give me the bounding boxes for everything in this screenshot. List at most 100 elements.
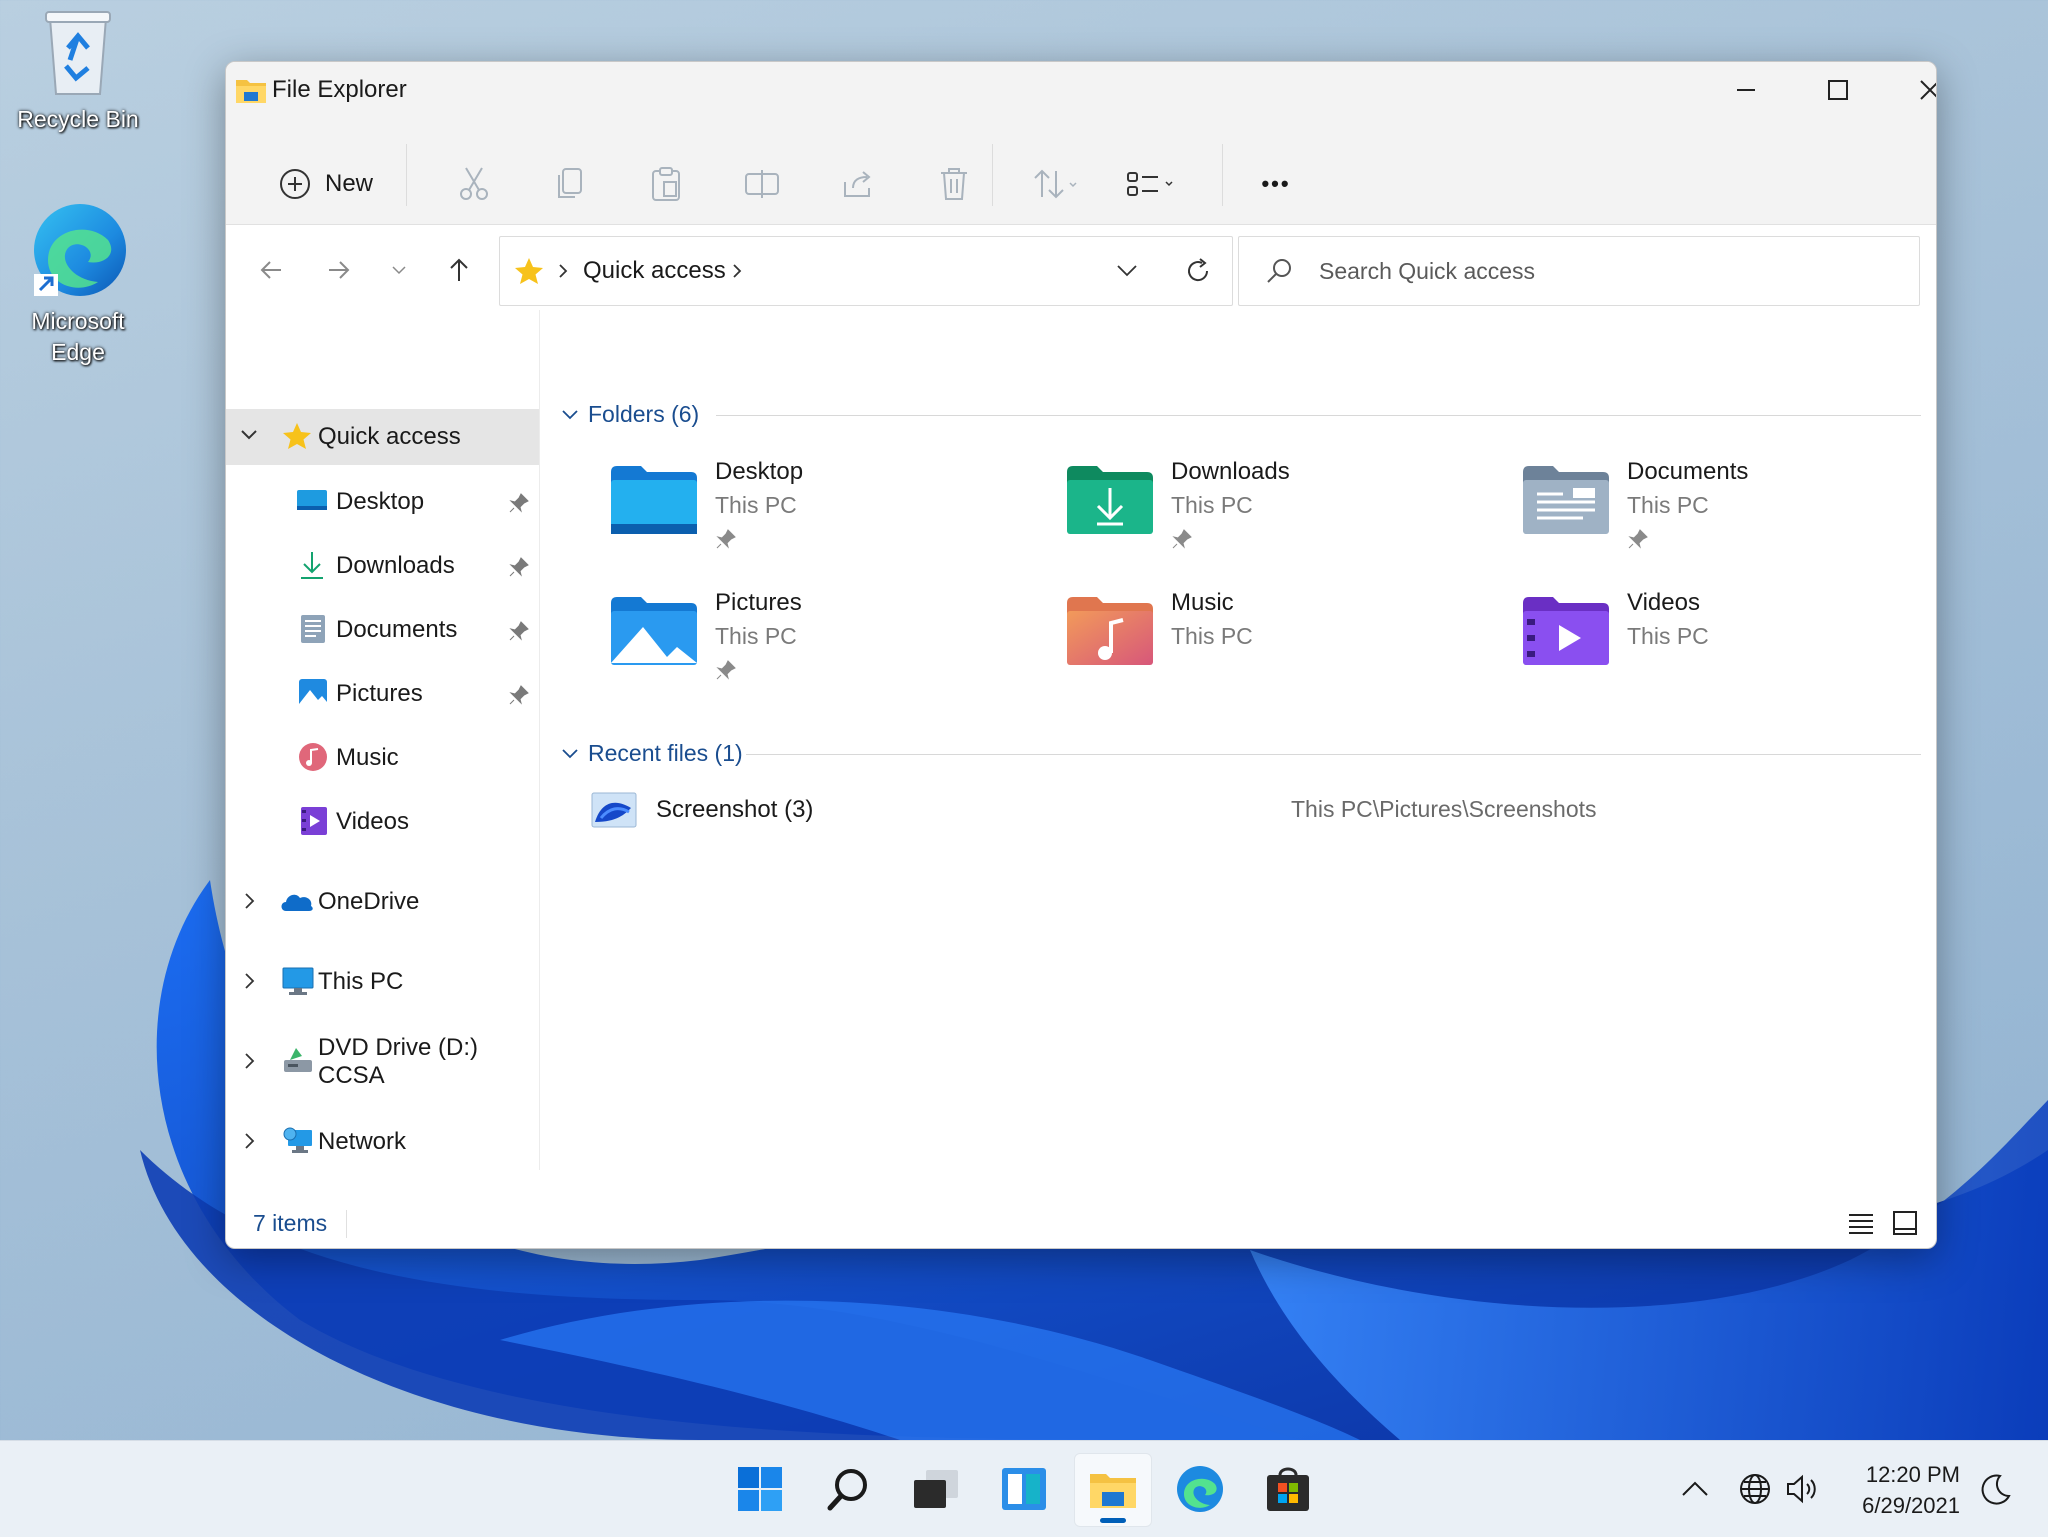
edge-icon (34, 204, 126, 296)
folder-location: This PC (715, 623, 797, 649)
recycle-bin-icon (45, 11, 111, 95)
sidebar-item-label: DVD Drive (D:) CCSA (318, 1034, 478, 1089)
content-pane: Folders (6) Desktop This PC Downloads Th… (541, 310, 1936, 1170)
folder-name: Music (1171, 589, 1234, 616)
search-box[interactable]: Search Quick access (1238, 236, 1920, 306)
recent-file-row[interactable]: Screenshot (3) This PC\Pictures\Screensh… (591, 780, 1936, 840)
search-input[interactable]: Search Quick access (1319, 258, 1535, 285)
folder-tile-desktop[interactable]: Desktop This PC (611, 458, 1031, 578)
start-button[interactable] (722, 1453, 798, 1525)
show-hidden-icons-button[interactable] (1680, 1441, 1710, 1537)
windows-logo-icon (738, 1467, 782, 1511)
cut-button[interactable] (434, 144, 514, 224)
pin-icon (509, 493, 529, 513)
address-history-dropdown-icon[interactable] (1116, 264, 1138, 278)
widgets-button[interactable] (986, 1453, 1062, 1525)
edge-taskbar-button[interactable] (1162, 1453, 1238, 1525)
rename-button[interactable] (722, 144, 802, 224)
file-explorer-taskbar-button[interactable] (1074, 1453, 1152, 1527)
volume-tray-button[interactable] (1786, 1441, 1818, 1537)
network-icon (283, 1127, 312, 1153)
music-folder-icon (1067, 597, 1153, 665)
address-bar[interactable]: Quick access (499, 236, 1233, 306)
dvd-drive-icon (284, 1048, 312, 1072)
paste-button[interactable] (626, 144, 706, 224)
new-button[interactable]: New (266, 144, 386, 224)
view-button[interactable] (1112, 144, 1192, 224)
section-divider (716, 415, 1921, 416)
folder-tile-pictures[interactable]: Pictures This PC (611, 589, 1031, 709)
active-indicator (1100, 1518, 1126, 1523)
desktop-icon-label: Recycle Bin (17, 106, 139, 132)
up-button[interactable] (434, 245, 484, 295)
sidebar-item-pictures[interactable]: Pictures (226, 666, 539, 722)
sidebar-item-quick-access[interactable]: Quick access (226, 409, 539, 465)
sidebar-item-this-pc[interactable]: This PC (226, 954, 539, 1010)
folder-name: Desktop (715, 458, 804, 485)
folder-location: This PC (1627, 492, 1709, 518)
copy-button[interactable] (530, 144, 610, 224)
sidebar-item-documents[interactable]: Documents (226, 602, 539, 658)
sidebar-item-network[interactable]: Network (226, 1114, 539, 1170)
store-taskbar-button[interactable] (1250, 1453, 1326, 1525)
paste-icon (652, 167, 680, 201)
sidebar-item-music[interactable]: Music (226, 730, 539, 786)
sort-button[interactable] (1016, 144, 1096, 224)
copy-icon (558, 168, 582, 198)
pin-icon (509, 621, 529, 641)
task-view-button[interactable] (898, 1453, 974, 1525)
focus-assist-button[interactable] (1978, 1441, 2012, 1537)
pin-icon (509, 685, 529, 705)
chevron-right-icon[interactable] (244, 1052, 256, 1070)
folder-tile-videos[interactable]: Videos This PC (1523, 589, 1936, 709)
folders-header-label: Folders (6) (588, 401, 700, 427)
sidebar-item-label: This PC (318, 968, 404, 995)
desktop-icon-recycle-bin[interactable]: Recycle Bin (8, 8, 148, 135)
recent-file-path: This PC\Pictures\Screenshots (1291, 796, 1597, 822)
sidebar-item-label: Documents (336, 616, 458, 643)
share-button[interactable] (818, 144, 898, 224)
speaker-icon (1787, 1474, 1816, 1504)
folder-tile-music[interactable]: Music This PC (1067, 589, 1487, 709)
minimize-button[interactable] (1700, 62, 1792, 118)
chevron-right-icon[interactable] (732, 263, 742, 279)
chevron-right-icon[interactable] (244, 972, 256, 990)
file-explorer-window: File Explorer New ••• Quick access Searc… (225, 61, 1937, 1249)
chevron-right-icon[interactable] (244, 1132, 256, 1150)
sidebar-item-desktop[interactable]: Desktop (226, 474, 539, 530)
sidebar-item-videos[interactable]: Videos (226, 794, 539, 850)
desktop-folder-icon (611, 466, 697, 534)
refresh-icon[interactable] (1184, 257, 1212, 285)
close-button[interactable] (1884, 62, 1936, 118)
details-view-icon[interactable] (1848, 1212, 1874, 1234)
recent-locations-button[interactable] (374, 245, 424, 295)
this-pc-icon (282, 967, 314, 995)
folder-tile-downloads[interactable]: Downloads This PC (1067, 458, 1487, 578)
folder-location: This PC (1171, 623, 1253, 649)
search-taskbar-button[interactable] (810, 1453, 886, 1525)
chevron-down-icon[interactable] (240, 429, 258, 441)
large-icons-view-icon[interactable] (1892, 1210, 1918, 1236)
folder-tile-documents[interactable]: Documents This PC (1523, 458, 1936, 578)
back-button[interactable] (246, 245, 296, 295)
download-icon (301, 552, 323, 579)
arrow-right-icon (329, 261, 350, 279)
network-tray-button[interactable] (1738, 1441, 1772, 1537)
sidebar-item-dvd-drive[interactable]: DVD Drive (D:) CCSA (226, 1034, 539, 1090)
see-more-button[interactable]: ••• (1236, 144, 1316, 224)
breadcrumb-quick-access[interactable]: Quick access (583, 257, 726, 285)
trash-icon (941, 168, 967, 200)
delete-button[interactable] (914, 144, 994, 224)
sidebar-item-downloads[interactable]: Downloads (226, 538, 539, 594)
maximize-button[interactable] (1792, 62, 1884, 118)
sidebar-item-onedrive[interactable]: OneDrive (226, 874, 539, 930)
chevron-right-icon[interactable] (244, 892, 256, 910)
forward-button[interactable] (314, 245, 364, 295)
sidebar-item-label: Quick access (318, 423, 461, 450)
search-icon (827, 1469, 867, 1511)
clock[interactable]: 12:20 PM 6/29/2021 (1842, 1459, 1960, 1521)
desktop-icon-edge[interactable]: Microsoft Edge (8, 200, 148, 368)
music-icon (299, 743, 327, 771)
folder-name: Pictures (715, 589, 802, 616)
plus-circle-icon (279, 169, 310, 199)
